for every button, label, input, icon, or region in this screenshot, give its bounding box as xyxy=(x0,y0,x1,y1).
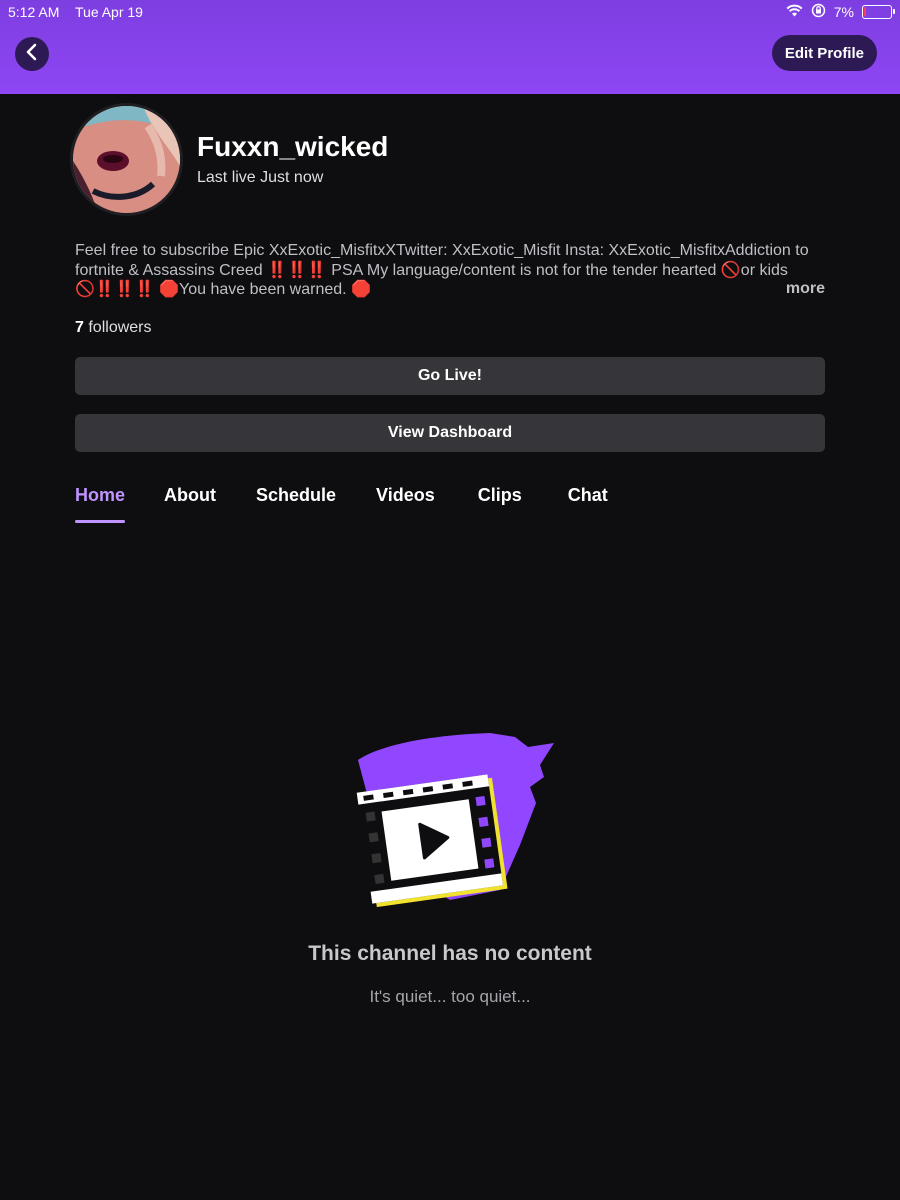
view-dashboard-button[interactable]: View Dashboard xyxy=(75,414,825,452)
tab-home[interactable]: Home xyxy=(75,485,126,523)
channel-name: Fuxxn_wicked xyxy=(197,131,389,162)
tab-clips[interactable]: Clips xyxy=(478,485,522,523)
avatar xyxy=(70,103,183,216)
empty-state-subtitle: It's quiet... too quiet... xyxy=(369,987,531,1006)
empty-state-title: This channel has no content xyxy=(308,942,592,965)
battery-icon xyxy=(862,5,895,19)
chevron-left-icon xyxy=(25,43,39,66)
tab-schedule[interactable]: Schedule xyxy=(256,485,336,523)
followers-count: 7 followers xyxy=(75,319,152,337)
edit-profile-button[interactable]: Edit Profile xyxy=(771,35,877,71)
bio-more-link[interactable]: more xyxy=(786,280,825,298)
channel-bio: Feel free to subscribe Epic XxExotic_Mis… xyxy=(75,242,809,298)
app-header: 5:12 AM Tue Apr 19 7% Edit Profile xyxy=(0,0,900,94)
orientation-lock-icon xyxy=(811,3,826,21)
battery-percent: 7% xyxy=(833,4,854,20)
go-live-button[interactable]: Go Live! xyxy=(75,357,825,395)
status-bar: 5:12 AM Tue Apr 19 7% xyxy=(0,0,900,26)
last-live-status: Last live Just now xyxy=(197,169,324,186)
tab-about[interactable]: About xyxy=(164,485,216,523)
followers-label: followers xyxy=(88,319,152,336)
battery-level xyxy=(864,7,866,16)
status-indicators: 7% xyxy=(786,3,895,21)
film-play-icon xyxy=(340,725,560,915)
tab-videos[interactable]: Videos xyxy=(376,485,435,523)
back-button[interactable] xyxy=(15,37,49,71)
status-time: 5:12 AM xyxy=(8,4,60,20)
wifi-icon xyxy=(786,4,803,20)
channel-tabs: Home About Schedule Videos Clips Chat xyxy=(75,485,608,525)
followers-number: 7 xyxy=(75,319,84,336)
tab-chat[interactable]: Chat xyxy=(568,485,608,523)
status-date: Tue Apr 19 xyxy=(75,4,143,20)
